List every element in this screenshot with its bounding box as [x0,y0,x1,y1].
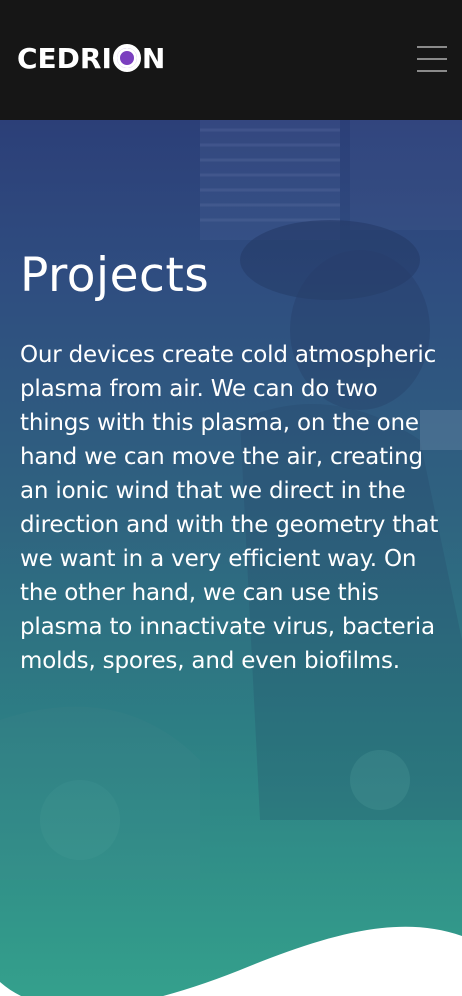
cedrion-logo[interactable]: CEDRI N [17,40,165,76]
hero-content: Projects Our devices create cold atmosph… [20,248,440,678]
hero-description: Our devices create cold atmospheric plas… [20,342,439,674]
logo-text-right: N [141,41,166,75]
page: CEDRI N Projects Our devices create cold… [0,0,462,996]
site-header: CEDRI N [0,0,462,120]
menu-line-middle [417,58,447,60]
logo-text-left: CEDRI [17,41,112,75]
bottom-wave-divider [0,926,462,996]
logo-o-icon [112,44,141,72]
hero-section: Projects Our devices create cold atmosph… [0,120,462,996]
hamburger-menu-icon[interactable] [417,46,447,72]
menu-line-bottom [417,70,447,72]
menu-line-top [417,46,447,48]
page-title: Projects [20,248,210,303]
